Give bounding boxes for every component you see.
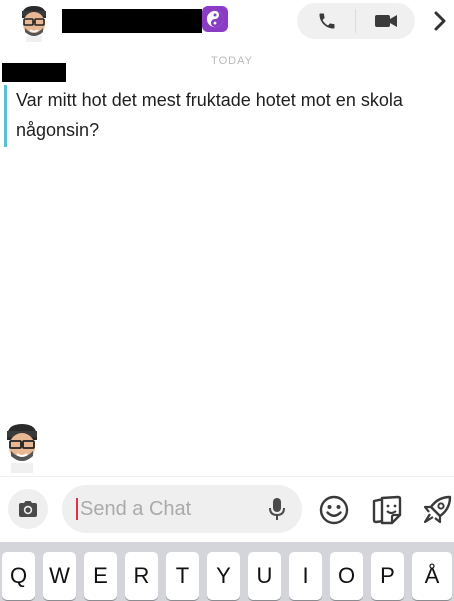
phone-icon: [319, 13, 334, 29]
video-call-button[interactable]: [356, 3, 415, 39]
chevron-right-icon[interactable]: [430, 7, 450, 35]
contact-avatar[interactable]: [14, 2, 54, 42]
text-caret: [76, 498, 78, 520]
key-q[interactable]: Q: [2, 552, 35, 600]
call-controls: [297, 3, 415, 39]
key-p[interactable]: P: [371, 552, 404, 600]
key-e[interactable]: E: [84, 552, 117, 600]
smiley-icon[interactable]: [318, 494, 350, 526]
yin-yang-icon: [202, 6, 228, 32]
chat-header: [0, 0, 454, 46]
my-bitmoji-avatar[interactable]: [0, 421, 44, 473]
key-i[interactable]: I: [289, 552, 322, 600]
key-w[interactable]: W: [43, 552, 76, 600]
contact-name-redacted[interactable]: [62, 9, 202, 33]
chat-composer: [0, 476, 454, 542]
key-y[interactable]: Y: [207, 552, 240, 600]
message-text: Var mitt hot det mest fruktade hotet mot…: [16, 90, 403, 140]
voice-call-button[interactable]: [297, 3, 356, 39]
date-separator: TODAY: [211, 55, 253, 67]
sender-name-redacted: [2, 63, 66, 82]
chat-input-container[interactable]: [62, 485, 302, 533]
message-item[interactable]: Var mitt hot det mest fruktade hotet mot…: [4, 85, 454, 147]
camera-icon: [19, 501, 37, 517]
key-u[interactable]: U: [248, 552, 281, 600]
key-o[interactable]: O: [330, 552, 363, 600]
chat-input[interactable]: [80, 485, 260, 533]
rocket-icon[interactable]: [420, 493, 454, 527]
video-camera-icon: [374, 15, 397, 27]
sticker-icon[interactable]: [370, 493, 404, 527]
keyboard: Q W E R T Y U I O P Å: [0, 542, 454, 601]
key-aring[interactable]: Å: [412, 552, 452, 600]
camera-button[interactable]: [8, 489, 48, 529]
microphone-icon[interactable]: [265, 497, 289, 521]
chat-screen: TODAY Var mitt hot det mest fruktade hot…: [0, 0, 454, 601]
key-t[interactable]: T: [166, 552, 199, 600]
key-r[interactable]: R: [125, 552, 158, 600]
